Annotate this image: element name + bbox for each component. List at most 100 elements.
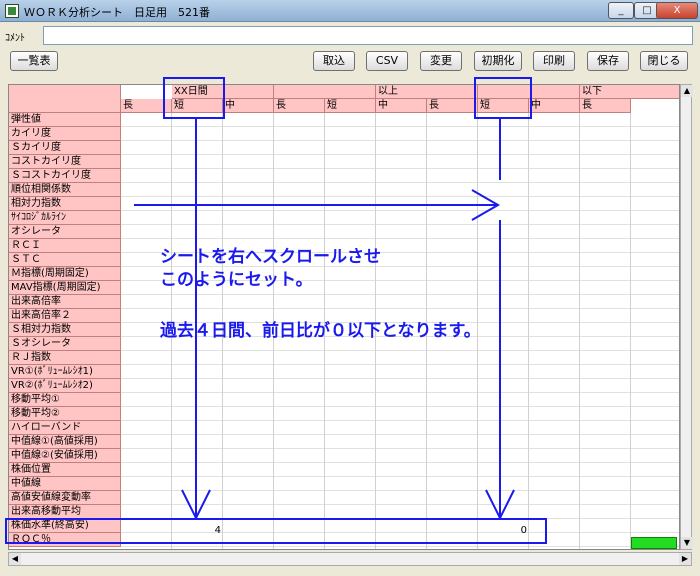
grid-row-line — [121, 420, 679, 421]
grid-col-line — [528, 113, 529, 549]
comment-row: ｺﾒﾝﾄ — [5, 26, 695, 46]
scroll-up-icon[interactable]: ▲ — [681, 85, 693, 97]
row-label: 中值線①(高値採用) — [9, 435, 121, 449]
grid-row-line — [121, 126, 679, 127]
row-label: 出来高倍率２ — [9, 309, 121, 323]
group-header: 以下 — [580, 85, 679, 99]
row-label: Ｓカイリ度 — [9, 141, 121, 155]
grid-row-line — [121, 224, 679, 225]
sub-header: 短 — [325, 99, 376, 113]
comment-input[interactable] — [43, 26, 693, 45]
row-label: 移動平均② — [9, 407, 121, 421]
roc-short-below-value[interactable]: 0 — [481, 525, 527, 536]
annotation-line-2: このようにセット。 — [160, 270, 313, 290]
print-button[interactable]: 印刷 — [533, 51, 575, 71]
grid-row-line — [121, 448, 679, 449]
group-header — [274, 85, 376, 99]
row-label: 移動平均① — [9, 393, 121, 407]
sub-header: 長 — [427, 99, 478, 113]
group-header — [478, 85, 580, 99]
row-label: 弾性値 — [9, 113, 121, 127]
row-label: Ｍ指標(周期固定) — [9, 267, 121, 281]
title-bar: ＷＯＲＫ分析シート 日足用 521番 _ □ X — [0, 0, 700, 22]
grid-row-line — [121, 182, 679, 183]
sub-header: 中 — [529, 99, 580, 113]
comment-label: ｺﾒﾝﾄ — [5, 33, 25, 44]
annotation-line-3: 過去４日間、前日比が０以下となります。 — [160, 321, 481, 341]
grid-row-line — [121, 476, 679, 477]
horizontal-scrollbar[interactable]: ◀ ▶ — [8, 552, 692, 566]
init-button[interactable]: 初期化 — [474, 51, 522, 71]
row-label: Ｓコストカイリ度 — [9, 169, 121, 183]
row-label: 出来高移動平均 — [9, 505, 121, 519]
sub-header: 短 — [172, 99, 223, 113]
header-corner — [9, 85, 121, 113]
row-label: コストカイリ度 — [9, 155, 121, 169]
app-icon — [5, 4, 19, 18]
row-label: ＲＣＩ — [9, 239, 121, 253]
close-button[interactable]: 閉じる — [640, 51, 688, 71]
row-label: 相対力指数 — [9, 197, 121, 211]
grid-row-line — [121, 154, 679, 155]
grid-row-line — [121, 462, 679, 463]
grid-row-line — [121, 350, 679, 351]
sub-header: 中 — [376, 99, 427, 113]
row-label: ＳＴＣ — [9, 253, 121, 267]
scroll-right-icon[interactable]: ▶ — [679, 553, 691, 565]
group-header: 以上 — [376, 85, 478, 99]
sub-header: 中 — [223, 99, 274, 113]
grid-col-line — [630, 113, 631, 549]
row-label: 株価水準(終高安) — [9, 519, 121, 533]
grid-row-line — [121, 392, 679, 393]
roc-short-xx-value[interactable]: 4 — [175, 525, 221, 536]
grid-row-line — [121, 546, 679, 547]
sub-header: 短 — [478, 99, 529, 113]
sub-header: 長 — [274, 99, 325, 113]
change-button[interactable]: 変更 — [420, 51, 462, 71]
window-title: ＷＯＲＫ分析シート 日足用 521番 — [24, 6, 210, 19]
row-label: Ｓ相対力指数 — [9, 323, 121, 337]
row-label: 順位相関係数 — [9, 183, 121, 197]
row-label: オシレータ — [9, 225, 121, 239]
row-label: Ｓオシレータ — [9, 337, 121, 351]
row-label: ｻｲｺﾛｼﾞｶﾙﾗｲﾝ — [9, 211, 121, 225]
annotation-line-1: シートを右へスクロールさせ — [160, 247, 381, 267]
grid-row-line — [121, 140, 679, 141]
grid-row-line — [121, 210, 679, 211]
row-label: VR①(ﾎﾞﾘｭｰﾑﾚｼｵ1) — [9, 365, 121, 379]
vertical-scrollbar[interactable]: ▲ ▼ — [680, 84, 693, 550]
status-indicator — [631, 537, 677, 549]
scroll-left-icon[interactable]: ◀ — [9, 553, 21, 565]
sub-header: 長 — [580, 99, 631, 113]
close-window-button[interactable]: X — [656, 2, 698, 19]
grid-row-line — [121, 294, 679, 295]
grid-row-line — [121, 406, 679, 407]
grid-row-line — [121, 308, 679, 309]
csv-button[interactable]: CSV — [366, 51, 408, 71]
grid-row-line — [121, 238, 679, 239]
row-label: ＲＯＣ％ — [9, 533, 121, 547]
grid-row-line — [121, 504, 679, 505]
grid-row-line — [121, 196, 679, 197]
grid-row-line — [121, 490, 679, 491]
row-label: 株価位置 — [9, 463, 121, 477]
group-header: XX日間 — [172, 85, 274, 99]
row-label: ハイローバンド — [9, 421, 121, 435]
row-label: カイリ度 — [9, 127, 121, 141]
grid-row-line — [121, 378, 679, 379]
sub-header: 長 — [121, 99, 172, 113]
scroll-down-icon[interactable]: ▼ — [681, 537, 693, 549]
grid-row-line — [121, 518, 679, 519]
row-label: MAV指標(周期固定) — [9, 281, 121, 295]
row-label: 中值線②(安値採用) — [9, 449, 121, 463]
list-button[interactable]: 一覧表 — [10, 51, 58, 71]
grid-row-line — [121, 364, 679, 365]
row-label: 中値線 — [9, 477, 121, 491]
import-button[interactable]: 取込 — [313, 51, 355, 71]
row-label: VR②(ﾎﾞﾘｭｰﾑﾚｼｵ2) — [9, 379, 121, 393]
minimize-button[interactable]: _ — [608, 2, 634, 19]
row-label: ＲＪ指数 — [9, 351, 121, 365]
grid-col-line — [579, 113, 580, 549]
save-button[interactable]: 保存 — [587, 51, 629, 71]
row-label: 高値安値線変動率 — [9, 491, 121, 505]
